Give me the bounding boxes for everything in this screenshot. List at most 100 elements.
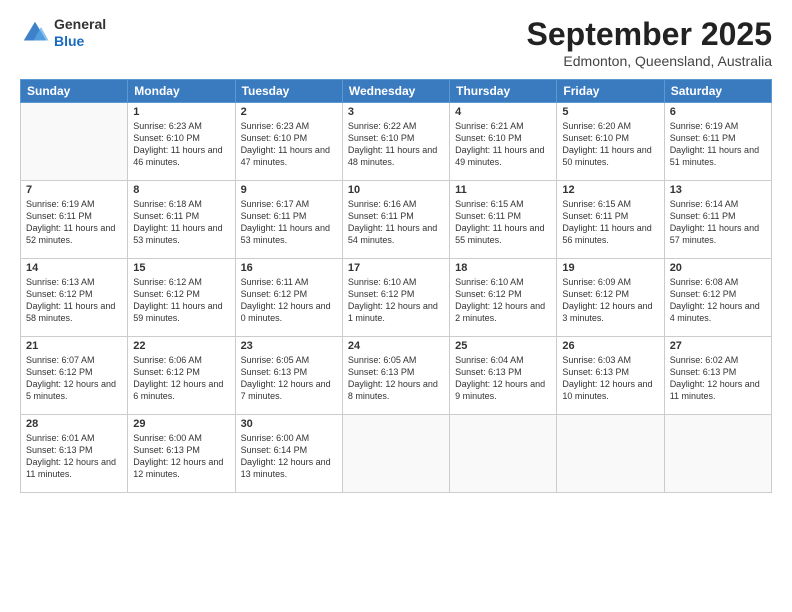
info-line: Sunset: 6:11 PM: [455, 210, 551, 222]
day-number: 24: [348, 340, 444, 352]
info-line: Sunrise: 6:15 AM: [562, 198, 658, 210]
info-line: Sunset: 6:13 PM: [241, 366, 337, 378]
calendar-cell: [450, 415, 557, 493]
cell-info: Sunrise: 6:10 AMSunset: 6:12 PMDaylight:…: [348, 276, 444, 325]
cell-info: Sunrise: 6:01 AMSunset: 6:13 PMDaylight:…: [26, 432, 122, 481]
col-monday: Monday: [128, 80, 235, 103]
info-line: Daylight: 12 hours and 12 minutes.: [133, 456, 229, 480]
day-number: 4: [455, 106, 551, 118]
calendar-cell: 6Sunrise: 6:19 AMSunset: 6:11 PMDaylight…: [664, 103, 771, 181]
logo-general-text: General: [54, 16, 106, 33]
info-line: Daylight: 11 hours and 57 minutes.: [670, 222, 766, 246]
info-line: Sunrise: 6:17 AM: [241, 198, 337, 210]
day-number: 9: [241, 184, 337, 196]
calendar-cell: 24 Sunrise: 6:05 AMSunset: 6:13 PMDayligh…: [342, 337, 449, 415]
info-line: Sunset: 6:13 PM: [670, 366, 766, 378]
calendar-week-0: 1Sunrise: 6:23 AMSunset: 6:10 PMDaylight…: [21, 103, 772, 181]
cell-info: Sunrise: 6:12 AMSunset: 6:12 PMDaylight:…: [133, 276, 229, 325]
calendar-cell: [557, 415, 664, 493]
day-number: 5: [562, 106, 658, 118]
calendar-header: Sunday Monday Tuesday Wednesday Thursday…: [21, 80, 772, 103]
info-line: Sunrise: 6:05 AM: [348, 354, 444, 366]
info-line: Daylight: 12 hours and 11 minutes.: [26, 456, 122, 480]
cell-info: Sunrise: 6:17 AMSunset: 6:11 PMDaylight:…: [241, 198, 337, 247]
info-line: Sunset: 6:14 PM: [241, 444, 337, 456]
info-line: Sunrise: 6:16 AM: [348, 198, 444, 210]
cell-info: Sunrise: 6:03 AMSunset: 6:13 PMDaylight:…: [562, 354, 658, 403]
calendar-cell: 13Sunrise: 6:14 AMSunset: 6:11 PMDayligh…: [664, 181, 771, 259]
info-line: Sunrise: 6:21 AM: [455, 120, 551, 132]
info-line: Sunset: 6:12 PM: [348, 288, 444, 300]
logo: General Blue: [20, 16, 106, 50]
calendar-cell: 17Sunrise: 6:10 AMSunset: 6:12 PMDayligh…: [342, 259, 449, 337]
cell-info: Sunrise: 6:11 AMSunset: 6:12 PMDaylight:…: [241, 276, 337, 325]
calendar-cell: 28Sunrise: 6:01 AMSunset: 6:13 PMDayligh…: [21, 415, 128, 493]
info-line: Daylight: 12 hours and 7 minutes.: [241, 378, 337, 402]
info-line: Sunset: 6:12 PM: [26, 366, 122, 378]
info-line: Daylight: 12 hours and 2 minutes.: [455, 300, 551, 324]
cell-info: Sunrise: 6:04 AMSunset: 6:13 PMDaylight:…: [455, 354, 551, 403]
calendar-week-3: 21Sunrise: 6:07 AMSunset: 6:12 PMDayligh…: [21, 337, 772, 415]
cell-info: Sunrise: 6:16 AMSunset: 6:11 PMDaylight:…: [348, 198, 444, 247]
page: General Blue September 2025 Edmonton, Qu…: [0, 0, 792, 612]
info-line: Daylight: 12 hours and 1 minute.: [348, 300, 444, 324]
info-line: Daylight: 11 hours and 53 minutes.: [241, 222, 337, 246]
calendar-cell: 7Sunrise: 6:19 AMSunset: 6:11 PMDaylight…: [21, 181, 128, 259]
calendar-cell: 10Sunrise: 6:16 AMSunset: 6:11 PMDayligh…: [342, 181, 449, 259]
info-line: Sunrise: 6:04 AM: [455, 354, 551, 366]
logo-blue-text: Blue: [54, 33, 106, 50]
info-line: Sunset: 6:10 PM: [562, 132, 658, 144]
info-line: Sunrise: 6:10 AM: [455, 276, 551, 288]
info-line: Daylight: 11 hours and 55 minutes.: [455, 222, 551, 246]
info-line: Sunset: 6:13 PM: [26, 444, 122, 456]
calendar-week-2: 14Sunrise: 6:13 AMSunset: 6:12 PMDayligh…: [21, 259, 772, 337]
info-line: Sunrise: 6:23 AM: [133, 120, 229, 132]
logo-icon: [20, 18, 50, 48]
info-line: Daylight: 11 hours and 54 minutes.: [348, 222, 444, 246]
info-line: Daylight: 12 hours and 6 minutes.: [133, 378, 229, 402]
calendar: Sunday Monday Tuesday Wednesday Thursday…: [20, 79, 772, 493]
day-number: 2: [241, 106, 337, 118]
info-line: Daylight: 11 hours and 46 minutes.: [133, 144, 229, 168]
calendar-cell: 20Sunrise: 6:08 AMSunset: 6:12 PMDayligh…: [664, 259, 771, 337]
cell-info: Sunrise: 6:15 AMSunset: 6:11 PMDaylight:…: [455, 198, 551, 247]
info-line: Daylight: 12 hours and 8 minutes.: [348, 378, 444, 402]
info-line: Sunrise: 6:11 AM: [241, 276, 337, 288]
info-line: Daylight: 11 hours and 49 minutes.: [455, 144, 551, 168]
calendar-cell: 2Sunrise: 6:23 AMSunset: 6:10 PMDaylight…: [235, 103, 342, 181]
cell-info: Sunrise: 6:06 AMSunset: 6:12 PMDaylight:…: [133, 354, 229, 403]
info-line: Daylight: 11 hours and 50 minutes.: [562, 144, 658, 168]
info-line: Sunrise: 6:01 AM: [26, 432, 122, 444]
info-line: Sunset: 6:13 PM: [348, 366, 444, 378]
cell-info: Sunrise: 6:00 AMSunset: 6:13 PMDaylight:…: [133, 432, 229, 481]
info-line: Sunset: 6:12 PM: [241, 288, 337, 300]
info-line: Sunset: 6:10 PM: [455, 132, 551, 144]
cell-info: Sunrise: 6:22 AMSunset: 6:10 PMDaylight:…: [348, 120, 444, 169]
calendar-cell: 3Sunrise: 6:22 AMSunset: 6:10 PMDaylight…: [342, 103, 449, 181]
cell-info: Sunrise: 6:20 AMSunset: 6:10 PMDaylight:…: [562, 120, 658, 169]
calendar-cell: 8Sunrise: 6:18 AMSunset: 6:11 PMDaylight…: [128, 181, 235, 259]
cell-info: Sunrise: 6:18 AMSunset: 6:11 PMDaylight:…: [133, 198, 229, 247]
calendar-cell: 19Sunrise: 6:09 AMSunset: 6:12 PMDayligh…: [557, 259, 664, 337]
info-line: Sunrise: 6:12 AM: [133, 276, 229, 288]
info-line: Sunrise: 6:19 AM: [26, 198, 122, 210]
cell-info: Sunrise: 6:02 AMSunset: 6:13 PMDaylight:…: [670, 354, 766, 403]
info-line: Sunrise: 6:19 AM: [670, 120, 766, 132]
location: Edmonton, Queensland, Australia: [527, 53, 772, 69]
calendar-cell: 14Sunrise: 6:13 AMSunset: 6:12 PMDayligh…: [21, 259, 128, 337]
info-line: Sunrise: 6:09 AM: [562, 276, 658, 288]
info-line: Sunrise: 6:13 AM: [26, 276, 122, 288]
calendar-cell: 12Sunrise: 6:15 AMSunset: 6:11 PMDayligh…: [557, 181, 664, 259]
col-friday: Friday: [557, 80, 664, 103]
info-line: Sunrise: 6:05 AM: [241, 354, 337, 366]
info-line: Daylight: 12 hours and 9 minutes.: [455, 378, 551, 402]
day-number: 19: [562, 262, 658, 274]
day-number: 11: [455, 184, 551, 196]
info-line: Sunrise: 6:20 AM: [562, 120, 658, 132]
info-line: Daylight: 12 hours and 3 minutes.: [562, 300, 658, 324]
calendar-cell: 27Sunrise: 6:02 AMSunset: 6:13 PMDayligh…: [664, 337, 771, 415]
cell-info: Sunrise: 6:19 AMSunset: 6:11 PMDaylight:…: [26, 198, 122, 247]
calendar-cell: 29Sunrise: 6:00 AMSunset: 6:13 PMDayligh…: [128, 415, 235, 493]
info-line: Sunset: 6:12 PM: [26, 288, 122, 300]
info-line: Sunrise: 6:08 AM: [670, 276, 766, 288]
